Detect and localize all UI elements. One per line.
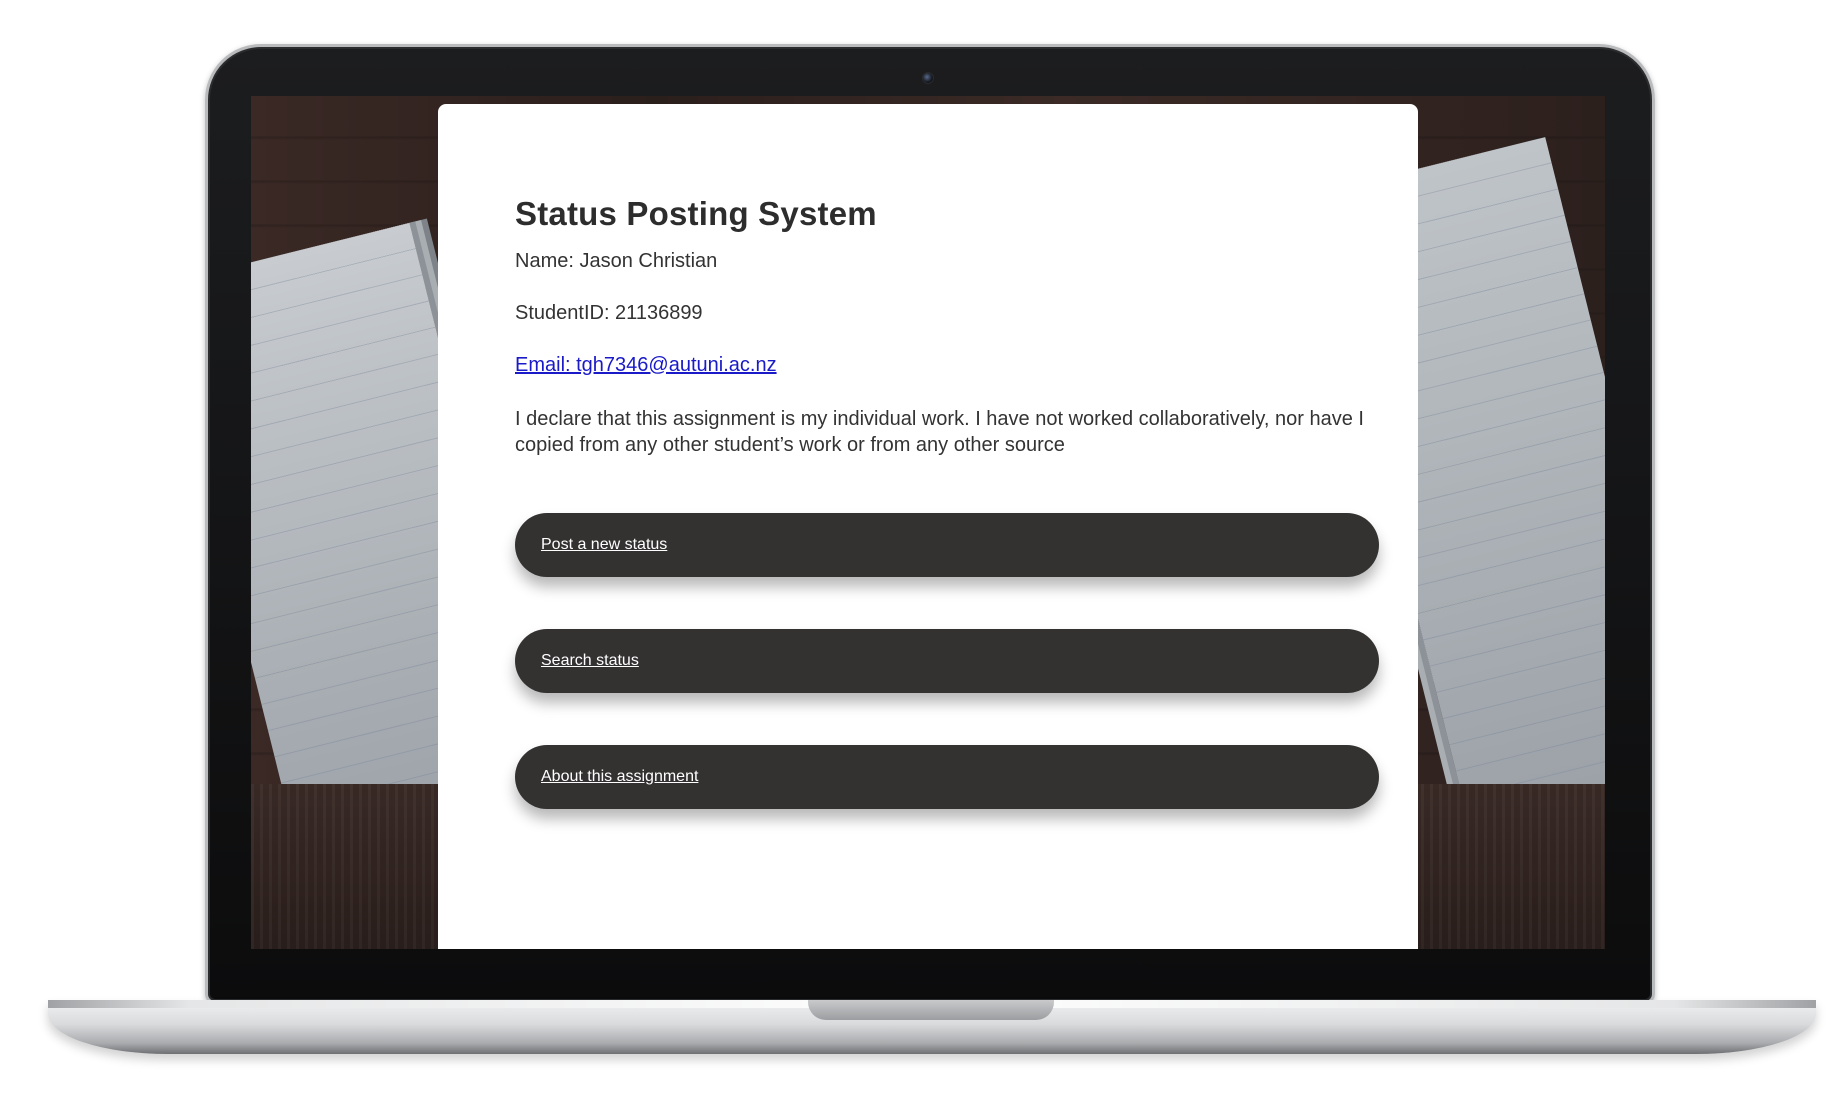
email-line: Email: tgh7346@autuni.ac.nz [515, 354, 1378, 377]
laptop-base-notch [808, 1000, 1054, 1020]
about-assignment-link[interactable]: About this assignment [541, 768, 698, 786]
search-status-button[interactable]: Search status [515, 628, 1379, 693]
post-status-button[interactable]: Post a new status [515, 512, 1379, 577]
laptop-screen: Status Posting System Name: Jason Christ… [251, 96, 1605, 949]
content-card: Status Posting System Name: Jason Christ… [438, 104, 1418, 949]
page-title: Status Posting System [515, 195, 877, 232]
student-id: StudentID: 21136899 [515, 301, 703, 324]
student-name: Name: Jason Christian [515, 249, 718, 272]
post-status-link[interactable]: Post a new status [541, 536, 667, 554]
about-assignment-button[interactable]: About this assignment [515, 744, 1379, 809]
declaration-text: I declare that this assignment is my ind… [515, 407, 1364, 456]
email-link[interactable]: Email: tgh7346@autuni.ac.nz [515, 354, 777, 376]
search-status-link[interactable]: Search status [541, 652, 639, 670]
webcam-icon [922, 72, 934, 84]
